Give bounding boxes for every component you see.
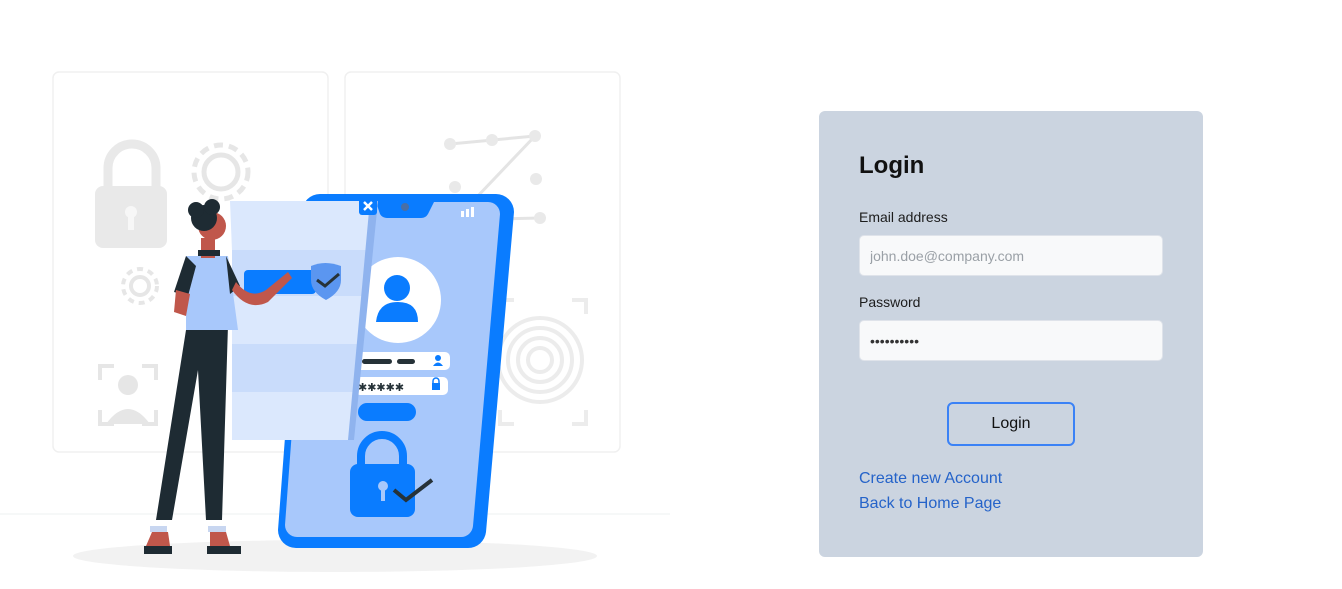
email-input[interactable] — [859, 235, 1163, 276]
password-mask-text: ✱✱✱✱✱ — [358, 381, 404, 394]
background-lock-icon — [95, 139, 167, 248]
floating-login-panel — [230, 197, 378, 440]
create-account-link[interactable]: Create new Account — [859, 466, 1163, 491]
login-card: Login Email address Password Login Creat… — [819, 111, 1203, 557]
login-illustration: ✱✱✱✱✱ — [0, 0, 680, 584]
email-label: Email address — [859, 209, 948, 225]
login-title: Login — [859, 152, 925, 179]
login-button[interactable]: Login — [947, 402, 1075, 446]
auth-links: Create new Account Back to Home Page — [859, 466, 1163, 516]
email-field-group: Email address — [859, 209, 1163, 276]
background-gear-small-icon — [121, 267, 159, 305]
password-label: Password — [859, 294, 921, 310]
button-row: Login — [859, 402, 1163, 446]
login-button-graphic — [358, 403, 416, 421]
back-home-link[interactable]: Back to Home Page — [859, 491, 1163, 516]
background-fingerprint-icon — [496, 298, 588, 426]
password-input[interactable] — [859, 320, 1163, 361]
password-field-group: Password — [859, 294, 1163, 361]
background-face-scan-icon — [98, 364, 158, 426]
background-gear-icon — [191, 142, 251, 202]
